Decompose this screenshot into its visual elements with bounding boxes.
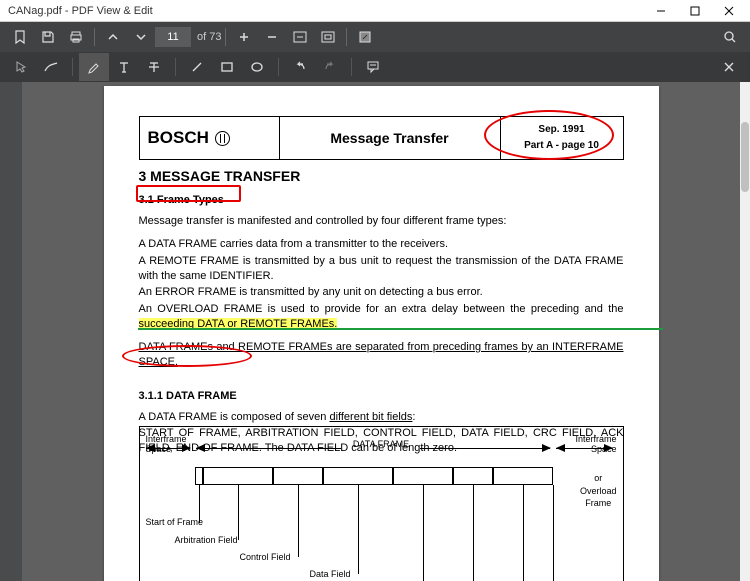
pdf-viewer: BOSCH Message Transfer Sep. 1991 Part A … bbox=[0, 82, 750, 581]
frame-diagram: InterframeSpace DATA FRAME InterframeSpa… bbox=[139, 426, 624, 581]
doc-meta: Sep. 1991 Part A - page 10 bbox=[501, 117, 623, 159]
label-sof: Start of Frame bbox=[146, 517, 204, 527]
separator bbox=[94, 28, 95, 46]
label-arb: Arbitration Field bbox=[175, 535, 238, 545]
search-icon[interactable] bbox=[716, 23, 744, 51]
paragraph: A REMOTE FRAME is transmitted by a bus u… bbox=[139, 254, 624, 284]
prev-page-icon[interactable] bbox=[99, 23, 127, 51]
label-or-overload: orOverloadFrame bbox=[580, 472, 617, 510]
separator bbox=[346, 28, 347, 46]
annotation-green-line bbox=[138, 328, 663, 330]
label-data: Data Field bbox=[310, 569, 351, 579]
brand-text: BOSCH bbox=[148, 128, 209, 148]
highlight-tool-icon[interactable] bbox=[79, 53, 109, 81]
pen-tool-icon[interactable] bbox=[36, 53, 66, 81]
separator bbox=[225, 28, 226, 46]
comment-tool-icon[interactable] bbox=[358, 53, 388, 81]
heading-1: 3 MESSAGE TRANSFER bbox=[139, 168, 624, 184]
annotation-toolbar bbox=[0, 52, 750, 82]
paragraph: An ERROR FRAME is transmitted by any uni… bbox=[139, 285, 624, 300]
paragraph: A DATA FRAME is composed of seven differ… bbox=[139, 410, 624, 425]
text-tool-icon[interactable] bbox=[109, 53, 139, 81]
close-toolbar-icon[interactable] bbox=[714, 53, 744, 81]
separator bbox=[278, 58, 279, 76]
fit-page-icon[interactable] bbox=[286, 23, 314, 51]
save-icon[interactable] bbox=[34, 23, 62, 51]
close-button[interactable] bbox=[712, 1, 746, 21]
bookmark-icon[interactable] bbox=[6, 23, 34, 51]
doc-header: BOSCH Message Transfer Sep. 1991 Part A … bbox=[139, 116, 624, 160]
heading-2: 3.1 Frame Types bbox=[139, 194, 224, 206]
page-number-input[interactable] bbox=[155, 27, 191, 47]
meta-page: Part A - page 10 bbox=[524, 138, 599, 154]
zoom-out-icon[interactable] bbox=[258, 23, 286, 51]
cursor-tool-icon[interactable] bbox=[6, 53, 36, 81]
ellipse-tool-icon[interactable] bbox=[242, 53, 272, 81]
label-ctrl: Control Field bbox=[240, 552, 291, 562]
next-page-icon[interactable] bbox=[127, 23, 155, 51]
line-tool-icon[interactable] bbox=[182, 53, 212, 81]
paragraph: DATA FRAMEs and REMOTE FRAMEs are separa… bbox=[139, 340, 624, 370]
minimize-button[interactable] bbox=[644, 1, 678, 21]
brand-cell: BOSCH bbox=[140, 117, 280, 159]
left-gutter bbox=[0, 82, 22, 581]
edit-mode-icon[interactable] bbox=[351, 23, 379, 51]
doc-title: Message Transfer bbox=[280, 117, 501, 159]
scroll-thumb[interactable] bbox=[741, 122, 749, 192]
separator bbox=[175, 58, 176, 76]
zoom-in-icon[interactable] bbox=[230, 23, 258, 51]
separator bbox=[351, 58, 352, 76]
separator bbox=[72, 58, 73, 76]
fit-width-icon[interactable] bbox=[314, 23, 342, 51]
strikethrough-tool-icon[interactable] bbox=[139, 53, 169, 81]
paragraph: A DATA FRAME carries data from a transmi… bbox=[139, 237, 624, 252]
print-icon[interactable] bbox=[62, 23, 90, 51]
vertical-scrollbar[interactable] bbox=[740, 82, 750, 581]
heading-3: 3.1.1 DATA FRAME bbox=[139, 390, 237, 402]
rectangle-tool-icon[interactable] bbox=[212, 53, 242, 81]
undo-icon[interactable] bbox=[285, 53, 315, 81]
paragraph: Message transfer is manifested and contr… bbox=[139, 214, 624, 229]
doc-body: 3 MESSAGE TRANSFER 3.1 Frame Types Messa… bbox=[139, 168, 624, 464]
main-toolbar: of 73 bbox=[0, 22, 750, 52]
pdf-page[interactable]: BOSCH Message Transfer Sep. 1991 Part A … bbox=[104, 86, 659, 581]
window-title: CANag.pdf - PDF View & Edit bbox=[4, 5, 644, 17]
titlebar: CANag.pdf - PDF View & Edit bbox=[0, 0, 750, 22]
page-total-label: of 73 bbox=[197, 31, 221, 43]
meta-date: Sep. 1991 bbox=[538, 122, 584, 138]
redo-icon[interactable] bbox=[315, 53, 345, 81]
maximize-button[interactable] bbox=[678, 1, 712, 21]
bosch-logo-icon bbox=[215, 131, 230, 146]
